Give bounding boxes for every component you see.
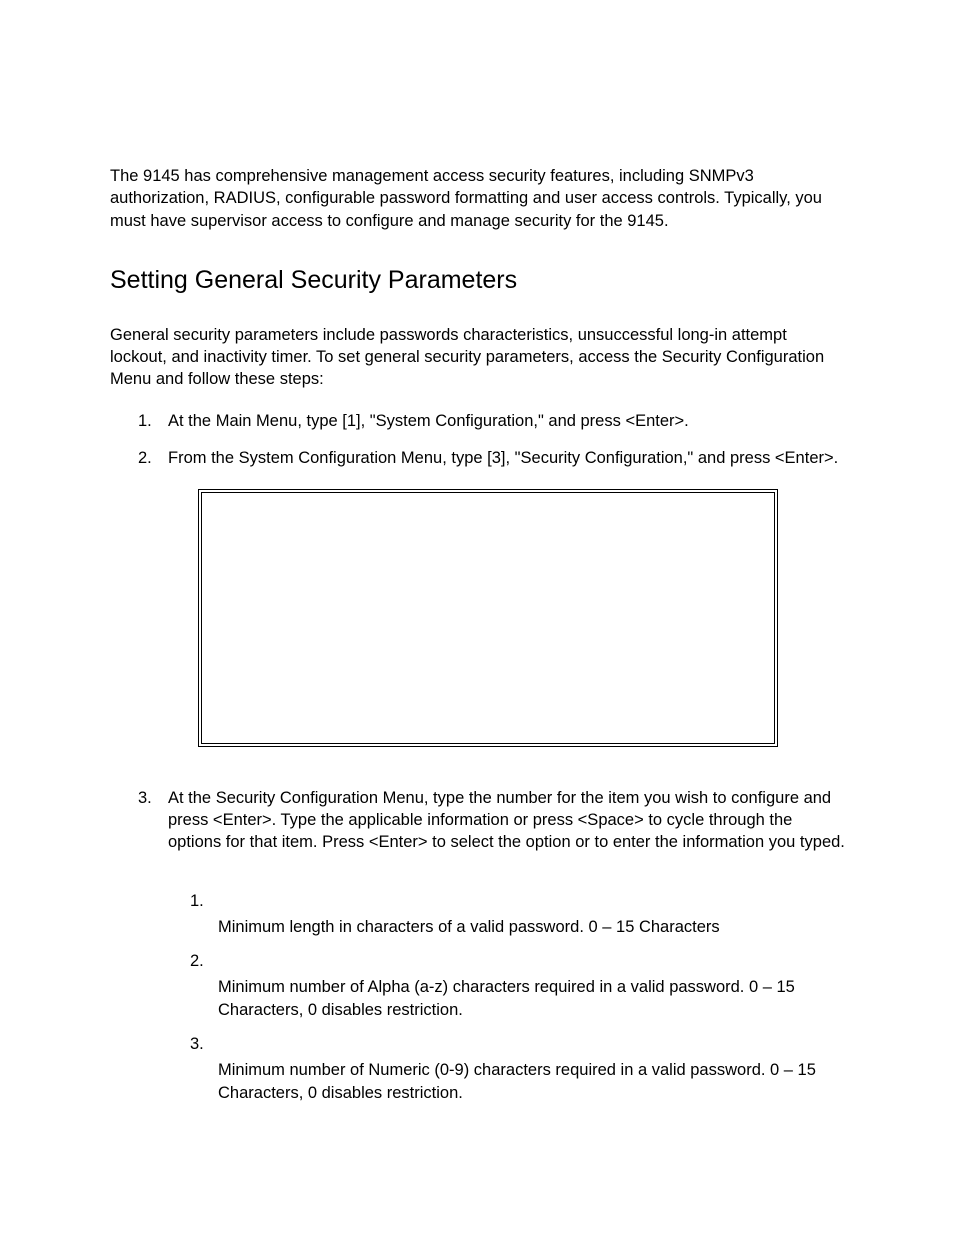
- list-item: 1. Minimum length in characters of a val…: [190, 890, 848, 939]
- list-item: 2. From the System Configuration Menu, t…: [138, 447, 848, 469]
- list-item: 2. Minimum number of Alpha (a-z) charact…: [190, 950, 848, 1021]
- list-marker: 1.: [190, 890, 848, 912]
- section-heading: Setting General Security Parameters: [110, 264, 848, 298]
- list-content: At the Main Menu, type [1], "System Conf…: [168, 410, 848, 432]
- list-marker: 3.: [138, 787, 168, 854]
- intro-paragraph: The 9145 has comprehensive management ac…: [110, 165, 848, 232]
- parameter-description: Minimum number of Alpha (a-z) characters…: [218, 976, 848, 1021]
- parameter-description: Minimum number of Numeric (0-9) characte…: [218, 1059, 848, 1104]
- list-marker: 3.: [190, 1033, 848, 1055]
- parameter-description: Minimum length in characters of a valid …: [218, 916, 848, 938]
- menu-figure-placeholder: [198, 489, 778, 747]
- list-item: 1. At the Main Menu, type [1], "System C…: [138, 410, 848, 432]
- list-item: 3. Minimum number of Numeric (0-9) chara…: [190, 1033, 848, 1104]
- list-item: 3. At the Security Configuration Menu, t…: [138, 787, 848, 854]
- section-intro-paragraph: General security parameters include pass…: [110, 324, 848, 391]
- steps-list-continued: 3. At the Security Configuration Menu, t…: [138, 787, 848, 854]
- steps-list: 1. At the Main Menu, type [1], "System C…: [138, 410, 848, 469]
- list-content: At the Security Configuration Menu, type…: [168, 787, 848, 854]
- list-marker: 2.: [138, 447, 168, 469]
- list-marker: 2.: [190, 950, 848, 972]
- parameter-sublist: 1. Minimum length in characters of a val…: [190, 890, 848, 1104]
- list-marker: 1.: [138, 410, 168, 432]
- list-content: From the System Configuration Menu, type…: [168, 447, 848, 469]
